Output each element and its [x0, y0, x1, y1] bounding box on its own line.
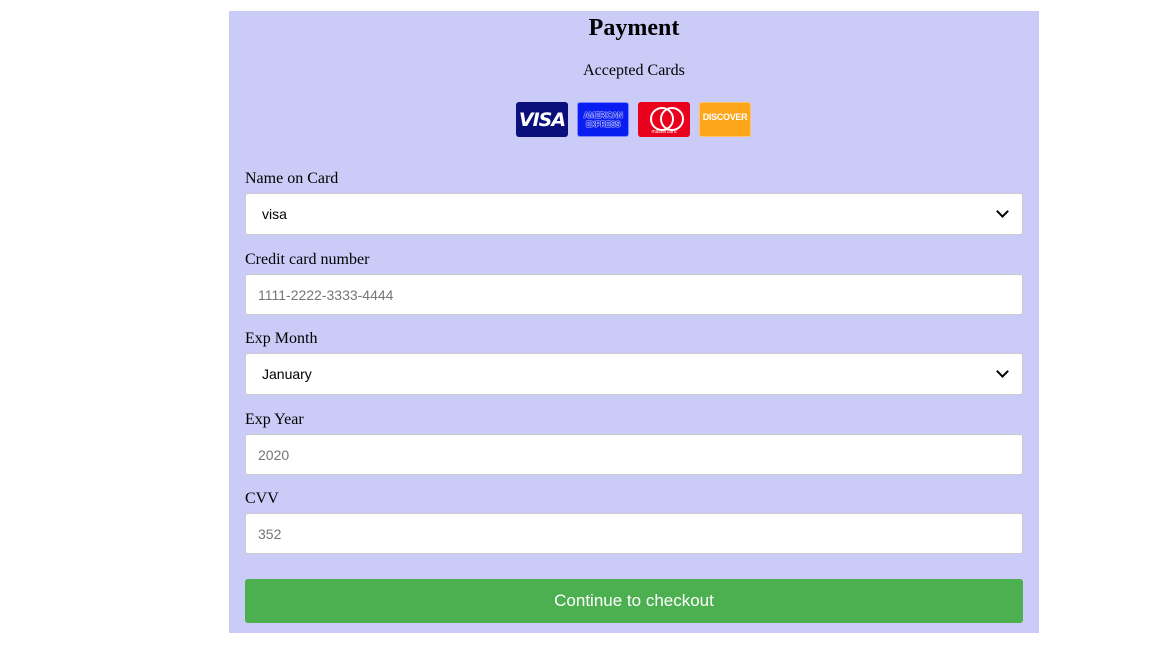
visa-card-icon: VISA [516, 102, 568, 137]
exp-month-value: January [262, 366, 312, 382]
accepted-cards-label: Accepted Cards [583, 62, 685, 79]
amex-card-text: AMERICAN EXPRESS [583, 110, 623, 129]
mastercard-card-text: mastercard [651, 129, 677, 135]
exp-year-input[interactable]: 2020 [245, 434, 1023, 475]
discover-card-text: DISCOVER [702, 112, 748, 122]
exp-month-select[interactable]: January [245, 353, 1023, 395]
chevron-down-icon [996, 205, 1009, 218]
cvv-label: CVV [245, 490, 279, 507]
cvv-placeholder: 352 [258, 525, 282, 542]
exp-year-label: Exp Year [245, 411, 304, 428]
name-on-card-label: Name on Card [245, 170, 339, 187]
discover-card-icon: DISCOVER [699, 102, 751, 137]
card-number-placeholder: 1111-2222-3333-4444 [258, 286, 394, 303]
accepted-cards: VISA AMERICAN EXPRESS mastercard DISCOVE… [516, 102, 751, 137]
cvv-input[interactable]: 352 [245, 513, 1023, 554]
page-title: Payment [588, 15, 680, 41]
continue-to-checkout-button[interactable]: Continue to checkout [245, 579, 1023, 623]
mastercard-card-icon: mastercard [638, 102, 690, 137]
exp-month-label: Exp Month [245, 330, 318, 347]
exp-year-placeholder: 2020 [258, 446, 290, 463]
amex-card-icon: AMERICAN EXPRESS [577, 102, 629, 137]
name-on-card-value: visa [262, 206, 287, 222]
payment-panel: Payment Accepted Cards VISA AMERICAN EXP… [229, 11, 1039, 633]
card-number-label: Credit card number [245, 251, 370, 268]
name-on-card-select[interactable]: visa [245, 193, 1023, 235]
card-number-input[interactable]: 1111-2222-3333-4444 [245, 274, 1023, 315]
chevron-down-icon [996, 365, 1009, 378]
visa-card-text: VISA [518, 108, 566, 131]
